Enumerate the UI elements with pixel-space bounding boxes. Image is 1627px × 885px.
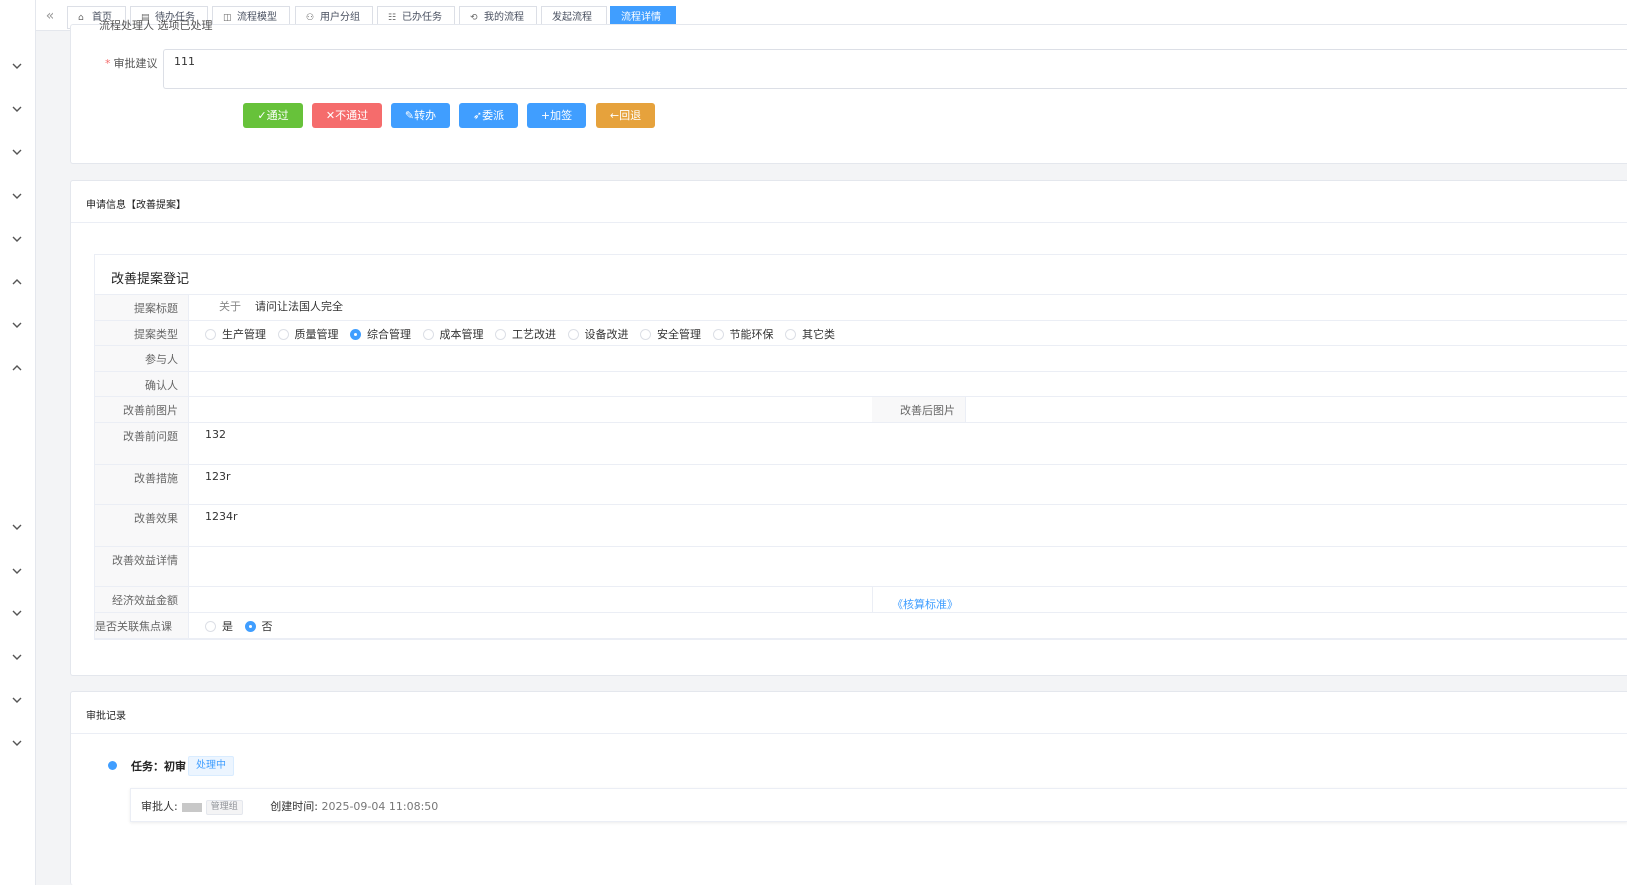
approver-group-tag: 管理组 xyxy=(205,799,243,815)
row-confirmer: 确认人 xyxy=(95,372,1627,397)
double-chevron-left-icon[interactable]: « xyxy=(40,8,60,24)
calc-standard-link[interactable]: 《核算标准》 xyxy=(892,598,958,611)
rollback-button[interactable]: ←回退 xyxy=(596,103,655,128)
proposal-title-value: 请问让法国人完全 xyxy=(255,300,343,313)
row-benefit-amount: 经济效益金额 《核算标准》 xyxy=(95,587,1627,613)
row-title: 提案标题 关于 请问让法国人完全 xyxy=(95,295,1627,321)
approval-record-card: 审批记录 任务：初审 处理中 审批人: 管理组 创建时间: 2025-09-04 … xyxy=(70,691,1627,885)
redacted-name xyxy=(181,802,202,812)
chevron-down-icon[interactable] xyxy=(9,607,25,623)
radio-focus-no[interactable]: 否 xyxy=(244,618,273,634)
clipped-field-text: 流程处理人 选项已处理 xyxy=(99,19,213,32)
delegate-button[interactable]: ➶委派 xyxy=(459,103,518,128)
radio-type-7[interactable]: 节能环保 xyxy=(712,326,774,342)
proposal-form: 改善提案登记 提案标题 关于 请问让法国人完全 提案类型 生产管理 质量管理 综合… xyxy=(94,254,1627,640)
radio-type-2[interactable]: 综合管理 xyxy=(350,326,411,342)
row-focus-course: 是否关联焦点课 是 否 xyxy=(95,613,1627,639)
radio-type-1[interactable]: 质量管理 xyxy=(277,326,339,342)
chevron-down-icon[interactable] xyxy=(9,694,25,710)
chevron-down-icon[interactable] xyxy=(9,60,25,76)
radio-type-5[interactable]: 设备改进 xyxy=(567,326,629,342)
row-before-problem: 改善前问题 132 xyxy=(95,423,1627,465)
chevron-down-icon[interactable] xyxy=(9,146,25,162)
reject-button[interactable]: ✕不通过 xyxy=(312,103,382,128)
chevron-up-icon[interactable] xyxy=(9,276,25,292)
radio-focus-yes[interactable]: 是 xyxy=(205,618,233,634)
row-type: 提案类型 生产管理 质量管理 综合管理 成本管理 工艺改进 设备改进 安全管理 … xyxy=(95,321,1627,346)
opinion-card: 流程处理人 选项已处理 * 审批建议 111 ✓通过 ✕不通过 ✎转办 ➶委派 +… xyxy=(70,19,1627,164)
chevron-down-icon[interactable] xyxy=(9,521,25,537)
chevron-down-icon[interactable] xyxy=(9,190,25,206)
chevron-up-icon[interactable] xyxy=(9,362,25,378)
approval-record-header: 审批记录 xyxy=(71,692,1627,734)
chevron-down-icon[interactable] xyxy=(9,319,25,335)
created-time: 2025-09-04 11:08:50 xyxy=(321,800,439,813)
chevron-down-icon[interactable] xyxy=(9,565,25,581)
row-measure: 改善措施 123r xyxy=(95,465,1627,505)
form-title: 改善提案登记 xyxy=(95,255,1627,295)
record-detail: 审批人: 管理组 创建时间: 2025-09-04 11:08:50 xyxy=(130,788,1627,822)
radio-type-8[interactable]: 其它类 xyxy=(785,326,835,342)
radio-type-0[interactable]: 生产管理 xyxy=(205,326,266,342)
side-rail xyxy=(0,0,36,885)
created-label: 创建时间: xyxy=(270,800,318,813)
chevron-down-icon[interactable] xyxy=(9,651,25,667)
status-badge: 处理中 xyxy=(188,756,234,776)
timeline-dot xyxy=(108,761,117,770)
chevron-down-icon[interactable] xyxy=(9,737,25,753)
row-pictures: 改善前图片 改善后图片 xyxy=(95,397,1627,423)
transfer-button[interactable]: ✎转办 xyxy=(391,103,450,128)
opinion-textarea[interactable]: 111 xyxy=(163,49,1627,89)
chevron-down-icon[interactable] xyxy=(9,103,25,119)
add-sign-button[interactable]: +加签 xyxy=(527,103,586,128)
task-name: 任务：初审 xyxy=(131,760,186,773)
focus-radio-group: 是 否 xyxy=(189,613,281,635)
radio-type-4[interactable]: 工艺改进 xyxy=(495,326,556,342)
radio-type-3[interactable]: 成本管理 xyxy=(422,326,484,342)
apply-info-card: 申请信息【改善提案】 改善提案登记 提案标题 关于 请问让法国人完全 提案类型 生… xyxy=(70,180,1627,676)
row-participant: 参与人 xyxy=(95,346,1627,372)
radio-type-6[interactable]: 安全管理 xyxy=(640,326,701,342)
approver-label: 审批人: xyxy=(141,800,178,813)
row-benefit-detail: 改善效益详情 xyxy=(95,547,1627,587)
opinion-label: * 审批建议 xyxy=(105,57,158,70)
type-radio-group: 生产管理 质量管理 综合管理 成本管理 工艺改进 设备改进 安全管理 节能环保 … xyxy=(189,321,843,343)
apply-info-header: 申请信息【改善提案】 xyxy=(71,181,1627,223)
chevron-down-icon[interactable] xyxy=(9,233,25,249)
row-effect: 改善效果 1234r xyxy=(95,505,1627,547)
pass-button[interactable]: ✓通过 xyxy=(243,103,303,128)
